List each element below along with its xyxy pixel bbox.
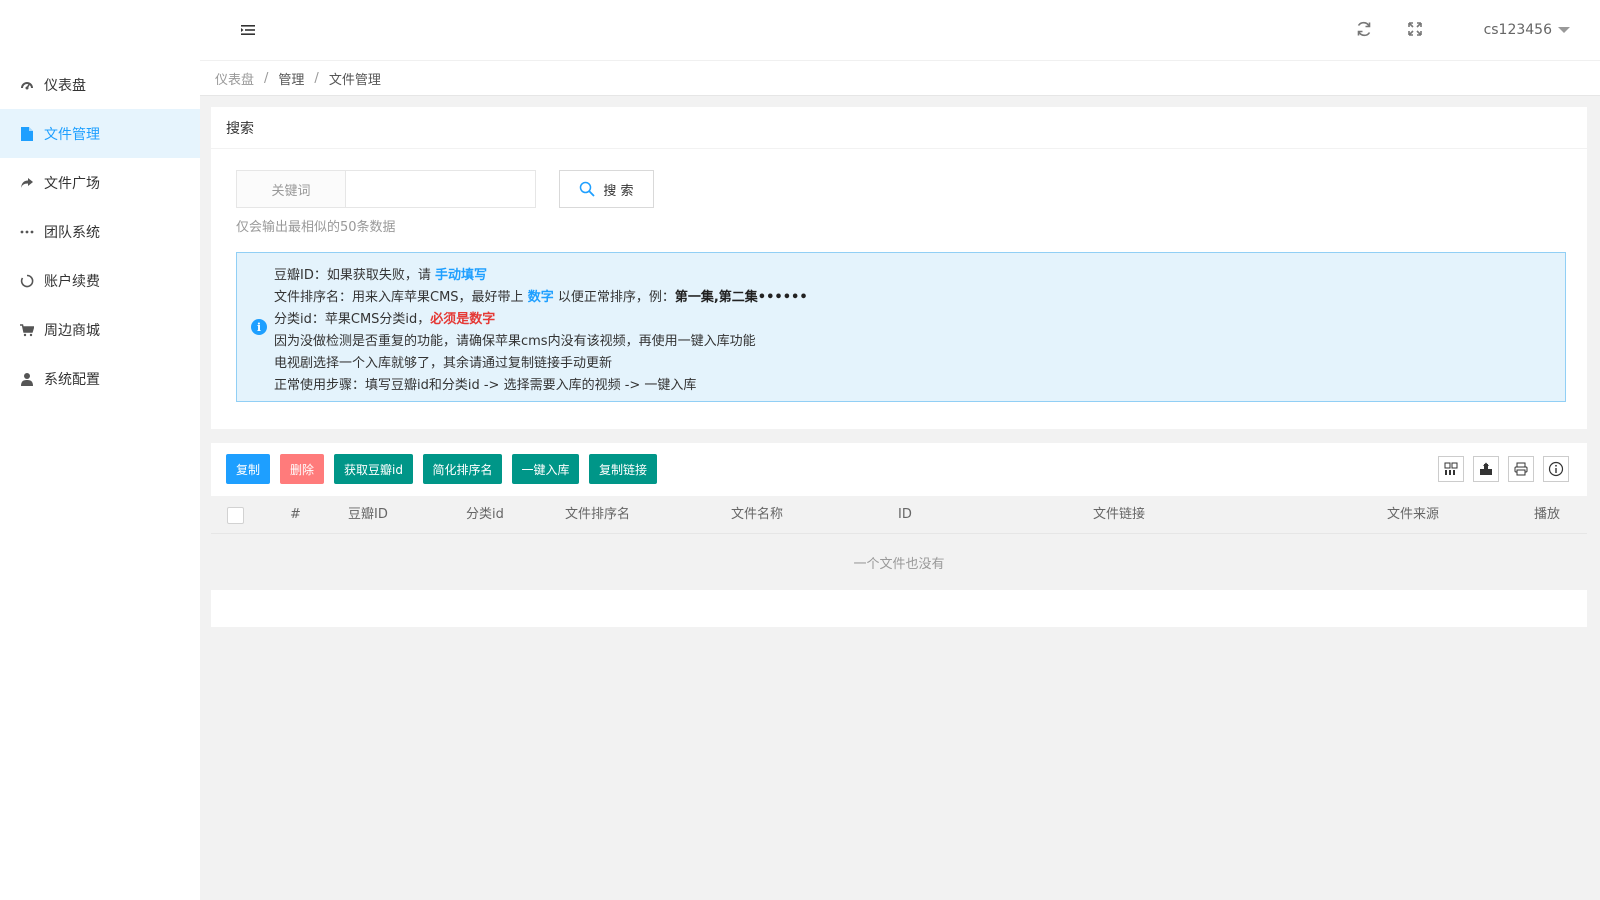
breadcrumb-item-manage[interactable]: 管理 (278, 69, 304, 88)
share-icon (20, 176, 34, 190)
sidebar-item-label: 账户续费 (44, 273, 100, 290)
username: cs123456 (1483, 22, 1552, 38)
sidebar-item-dashboard[interactable]: 仪表盘 (0, 60, 200, 109)
empty-table-message: 一个文件也没有 (211, 534, 1587, 590)
info-icon: i (251, 319, 267, 335)
sidebar-item-label: 文件管理 (44, 126, 100, 143)
select-all-checkbox[interactable] (227, 507, 244, 524)
sidebar-item-system-config[interactable]: 系统配置 (0, 354, 200, 403)
keyword-input[interactable] (346, 170, 536, 208)
print-icon[interactable] (1508, 456, 1534, 482)
notice-line-5: 电视剧选择一个入库就够了，其余请通过复制链接手动更新 (274, 356, 613, 371)
sidebar: 仪表盘 文件管理 文件广场 团队系统 账户续费 周边商城 系统配置 (0, 0, 200, 900)
fullscreen-icon[interactable] (1406, 20, 1424, 38)
cart-icon (20, 323, 34, 337)
manual-fill-link[interactable]: 手动填写 (435, 268, 487, 283)
table-header: # 豆瓣ID 分类id 文件排序名 文件名称 ID 文件链接 文件来源 播放 (211, 496, 1587, 534)
search-card-title: 搜索 (211, 107, 1587, 149)
sidebar-item-file-management[interactable]: 文件管理 (0, 109, 200, 158)
ellipsis-icon (20, 225, 34, 239)
column-header-file-name[interactable]: 文件名称 (731, 496, 783, 534)
breadcrumb: 仪表盘 / 管理 / 文件管理 (200, 60, 1600, 96)
notice-line-4: 因为没做检测是否重复的功能，请确保苹果cms内没有该视频，再使用一键入库功能 (274, 334, 756, 349)
column-header-play[interactable]: 播放 (1534, 496, 1587, 534)
logo (0, 0, 200, 60)
search-icon (579, 181, 596, 197)
get-douban-id-button[interactable]: 获取豆瓣id (334, 454, 413, 484)
sidebar-item-label: 周边商城 (44, 322, 100, 339)
breadcrumb-separator: / (264, 70, 269, 86)
notice-line-1: 豆瓣ID：如果获取失败，请 手动填写 (274, 268, 487, 283)
file-icon (20, 126, 34, 141)
user-menu[interactable]: cs123456 (1484, 20, 1570, 40)
circle-icon (20, 274, 34, 288)
sidebar-item-label: 文件广场 (44, 175, 100, 192)
sidebar-item-label: 仪表盘 (44, 77, 86, 94)
refresh-icon[interactable] (1355, 20, 1373, 38)
notice-line-2: 文件排序名：用来入库苹果CMS，最好带上 数字 以便正常排序，例：第一集,第二集… (274, 290, 808, 305)
one-click-import-button[interactable]: 一键入库 (512, 454, 579, 484)
copy-link-button[interactable]: 复制链接 (589, 454, 657, 484)
columns-filter-icon[interactable] (1438, 456, 1464, 482)
keyword-label: 关键词 (236, 170, 346, 208)
export-icon[interactable] (1473, 456, 1499, 482)
column-header-douban-id[interactable]: 豆瓣ID (348, 496, 388, 534)
search-card: 搜索 关键词 搜 索 仅会输出最相似的50条数据 i 豆瓣ID：如果获取失败，请… (211, 107, 1587, 429)
breadcrumb-item-dashboard[interactable]: 仪表盘 (215, 69, 254, 88)
copy-button[interactable]: 复制 (226, 454, 270, 484)
sidebar-item-file-square[interactable]: 文件广场 (0, 158, 200, 207)
breadcrumb-item-current: 文件管理 (328, 72, 381, 88)
notice-line-6: 正常使用步骤：填写豆瓣id和分类id -> 选择需要入库的视频 -> 一键入库 (274, 378, 697, 393)
sidebar-item-account-renewal[interactable]: 账户续费 (0, 256, 200, 305)
search-button-label: 搜 索 (603, 183, 634, 199)
simplify-sort-name-button[interactable]: 简化排序名 (423, 454, 502, 484)
column-header-index: # (290, 507, 301, 522)
table-card: 复制 删除 获取豆瓣id 简化排序名 一键入库 复制链接 # 豆瓣ID 分类id… (211, 443, 1587, 627)
breadcrumb-separator: / (314, 70, 319, 86)
top-header: cs123456 (200, 0, 1600, 60)
menu-toggle-icon[interactable] (240, 22, 256, 38)
column-header-file-source[interactable]: 文件来源 (1387, 496, 1439, 534)
keyword-input-group: 关键词 (236, 170, 536, 208)
sidebar-item-label: 系统配置 (44, 371, 100, 388)
sidebar-item-shop[interactable]: 周边商城 (0, 305, 200, 354)
info-icon[interactable] (1543, 456, 1569, 482)
column-header-file-link[interactable]: 文件链接 (1093, 496, 1145, 534)
notice-box: i 豆瓣ID：如果获取失败，请 手动填写 文件排序名：用来入库苹果CMS，最好带… (236, 252, 1566, 402)
search-hint: 仅会输出最相似的50条数据 (236, 220, 396, 235)
notice-line-3: 分类id：苹果CMS分类id，必须是数字 (274, 312, 496, 327)
search-button[interactable]: 搜 索 (559, 170, 654, 208)
sidebar-item-team-system[interactable]: 团队系统 (0, 207, 200, 256)
delete-button[interactable]: 删除 (280, 454, 324, 484)
column-header-id[interactable]: ID (898, 496, 912, 534)
column-header-category-id[interactable]: 分类id (466, 496, 504, 534)
user-icon (20, 372, 34, 386)
sidebar-item-label: 团队系统 (44, 224, 100, 241)
dashboard-icon (20, 78, 34, 92)
column-header-sort-name[interactable]: 文件排序名 (565, 496, 630, 534)
chevron-down-icon (1558, 27, 1570, 33)
